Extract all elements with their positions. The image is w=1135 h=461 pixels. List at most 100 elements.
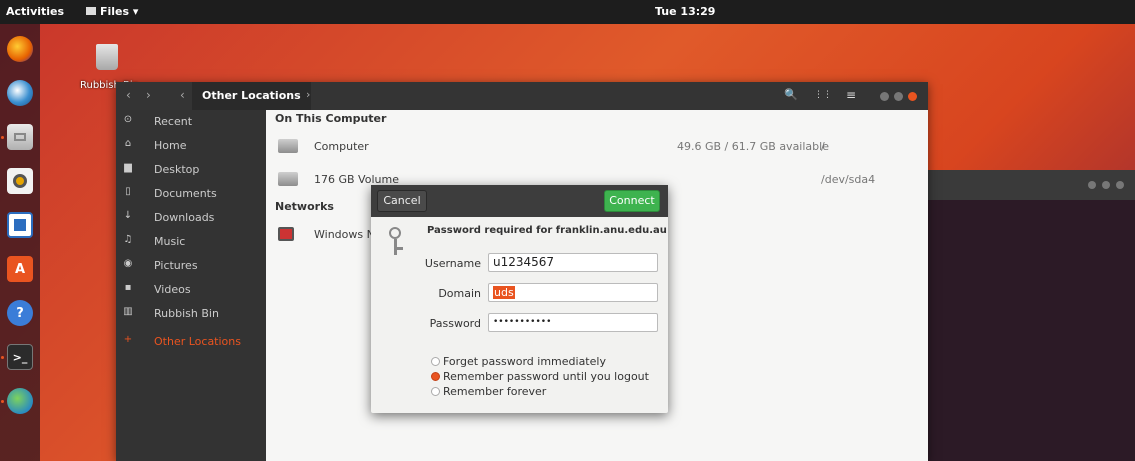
dock: A ? >_: [0, 24, 40, 461]
breadcrumb-next[interactable]: ›: [306, 88, 310, 101]
location-info: 49.6 GB / 61.7 GB available: [677, 140, 829, 153]
password-field[interactable]: •••••••••••: [488, 313, 658, 332]
running-indicator: [1, 356, 4, 359]
forward-button[interactable]: ›: [146, 88, 151, 102]
files-icon[interactable]: [7, 124, 33, 150]
maximize-icon[interactable]: [1102, 181, 1110, 189]
firefox-icon[interactable]: [7, 36, 33, 62]
sidebar-item-home[interactable]: ⌂ Home: [116, 134, 266, 158]
globe-icon[interactable]: [7, 388, 33, 414]
search-icon[interactable]: 🔍: [784, 88, 798, 101]
thunderbird-icon[interactable]: [7, 80, 33, 106]
sidebar-item-desktop[interactable]: ▆ Desktop: [116, 158, 266, 182]
dialog-header: Cancel Connect: [371, 185, 668, 217]
running-indicator: [1, 136, 4, 139]
location-name: Computer: [314, 140, 369, 153]
sidebar-item-label: Music: [154, 235, 186, 248]
background-window-titlebar[interactable]: [925, 170, 1135, 200]
view-options-icon[interactable]: ⋮⋮: [814, 90, 832, 100]
username-label: Username: [424, 257, 481, 270]
radio-icon: [431, 387, 440, 396]
keys-icon: [387, 227, 409, 257]
rhythmbox-icon[interactable]: [7, 168, 33, 194]
radio-remember-forever[interactable]: Remember forever: [431, 385, 546, 398]
software-icon[interactable]: A: [7, 256, 33, 282]
radio-icon: [431, 357, 440, 366]
folder-icon: ▆: [124, 162, 132, 173]
home-icon: ⌂: [124, 138, 132, 149]
connect-button[interactable]: Connect: [604, 190, 660, 212]
app-menu[interactable]: Files ▾: [86, 5, 138, 18]
close-icon[interactable]: [1116, 181, 1124, 189]
sidebar-item-other-locations[interactable]: + Other Locations: [116, 330, 266, 354]
trash-icon: [96, 44, 118, 70]
sidebar-item-label: Pictures: [154, 259, 198, 272]
sidebar-item-videos[interactable]: ▪ Videos: [116, 278, 266, 302]
drive-icon: [278, 139, 298, 153]
sidebar-item-downloads[interactable]: ↓ Downloads: [116, 206, 266, 230]
download-icon: ↓: [123, 210, 133, 221]
radio-selected-icon: [431, 372, 440, 381]
trash-icon: ▥: [123, 306, 133, 317]
dialog-title: Password required for franklin.anu.edu.a…: [427, 225, 667, 236]
clock-icon: ⊙: [123, 114, 133, 125]
music-icon: ♫: [123, 234, 133, 245]
sidebar-item-pictures[interactable]: ◉ Pictures: [116, 254, 266, 278]
radio-label: Remember password until you logout: [443, 370, 649, 383]
video-icon: ▪: [124, 282, 132, 293]
breadcrumb-current[interactable]: Other Locations: [192, 82, 311, 110]
terminal-icon[interactable]: >_: [7, 344, 33, 370]
domain-label: Domain: [438, 287, 481, 300]
radio-remember-until-logout[interactable]: Remember password until you logout: [431, 370, 649, 383]
background-window[interactable]: [925, 170, 1135, 461]
password-dialog: Cancel Connect Password required for fra…: [371, 185, 668, 413]
radio-label: Forget password immediately: [443, 355, 606, 368]
app-menu-label: Files ▾: [100, 5, 139, 18]
location-mount: /dev/sda4: [821, 173, 876, 186]
minimize-icon[interactable]: [1088, 181, 1096, 189]
breadcrumb-prev[interactable]: ‹: [180, 88, 185, 102]
help-icon[interactable]: ?: [7, 300, 33, 326]
sidebar-item-rubbish-bin[interactable]: ▥ Rubbish Bin: [116, 302, 266, 326]
menu-icon[interactable]: ≡: [846, 88, 856, 102]
section-header-networks: Networks: [275, 200, 334, 213]
rubbish-bin-desktop-icon[interactable]: [92, 44, 122, 76]
domain-selected-text: uds: [493, 286, 515, 299]
clock[interactable]: Tue 13:29: [655, 5, 715, 18]
sidebar: ⊙ Recent ⌂ Home ▆ Desktop ▯ Documents ↓ Downl…: [116, 110, 266, 461]
top-bar: Activities Files ▾ Tue 13:29: [0, 0, 1135, 24]
minimize-icon[interactable]: [880, 92, 889, 101]
network-drive-icon: [278, 227, 294, 241]
location-mount: /: [821, 140, 825, 153]
cancel-button[interactable]: Cancel: [377, 190, 427, 212]
domain-field[interactable]: uds: [488, 283, 658, 302]
username-field[interactable]: u1234567: [488, 253, 658, 272]
close-icon[interactable]: [908, 92, 917, 101]
header-bar: ‹ › ‹ Other Locations › 🔍 ⋮⋮ ≡: [116, 82, 928, 110]
sidebar-item-label: Videos: [154, 283, 191, 296]
sidebar-item-label: Documents: [154, 187, 217, 200]
activities-button[interactable]: Activities: [6, 5, 64, 18]
drive-icon: [278, 172, 298, 186]
sidebar-item-label: Rubbish Bin: [154, 307, 219, 320]
sidebar-item-label: Home: [154, 139, 187, 152]
running-indicator: [1, 400, 4, 403]
sidebar-item-label: Recent: [154, 115, 193, 128]
back-button[interactable]: ‹: [126, 88, 131, 102]
sidebar-item-music[interactable]: ♫ Music: [116, 230, 266, 254]
writer-icon[interactable]: [7, 212, 33, 238]
radio-label: Remember forever: [443, 385, 547, 398]
section-header-on-this-computer: On This Computer: [275, 112, 387, 125]
sidebar-item-recent[interactable]: ⊙ Recent: [116, 110, 266, 134]
maximize-icon[interactable]: [894, 92, 903, 101]
sidebar-item-label: Other Locations: [154, 335, 241, 348]
location-name: Windows N: [314, 228, 375, 241]
password-label: Password: [429, 317, 481, 330]
sidebar-item-documents[interactable]: ▯ Documents: [116, 182, 266, 206]
camera-icon: ◉: [123, 258, 133, 269]
radio-forget-password[interactable]: Forget password immediately: [431, 355, 606, 368]
plus-icon: +: [123, 334, 133, 345]
document-icon: ▯: [125, 186, 131, 197]
sidebar-item-label: Downloads: [154, 211, 215, 224]
location-row-computer[interactable]: Computer 49.6 GB / 61.7 GB available /: [266, 133, 928, 161]
